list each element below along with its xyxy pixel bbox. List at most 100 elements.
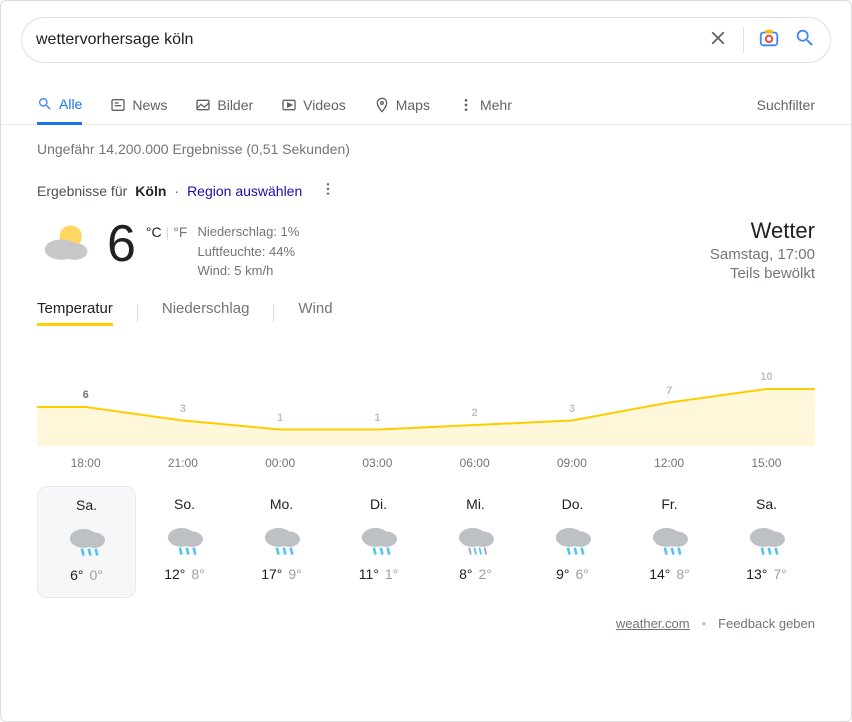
chart-value-label: 2 [472, 407, 478, 419]
divider [743, 27, 744, 53]
day-forecast[interactable]: So. 12° 8° [136, 486, 233, 598]
day-name: Sa. [718, 496, 815, 512]
day-low: 1° [385, 566, 398, 582]
day-name: Do. [524, 496, 621, 512]
day-name: Mi. [427, 496, 524, 512]
tab-videos[interactable]: Videos [281, 85, 346, 124]
day-name: Fr. [621, 496, 718, 512]
rain-icon [136, 520, 233, 560]
search-filter[interactable]: Suchfilter [757, 85, 815, 124]
partly-cloudy-icon [37, 218, 97, 275]
results-count: Ungefähr 14.200.000 Ergebnisse (0,51 Sek… [1, 125, 851, 157]
day-forecast[interactable]: Sa. 6° 0° [37, 486, 136, 598]
tab-images[interactable]: Bilder [195, 85, 253, 124]
current-temperature: 6 [107, 218, 136, 270]
temperature-chart[interactable]: 6 3 1 1 2 3 7 10 [37, 366, 815, 446]
rain-icon [330, 520, 427, 560]
hour-label: 06:00 [426, 456, 523, 470]
day-forecast[interactable]: Fr. 14° 8° [621, 486, 718, 598]
day-low: 8° [676, 566, 689, 582]
feedback-link[interactable]: Feedback geben [718, 616, 815, 631]
day-forecast[interactable]: Mi. 8° 2° [427, 486, 524, 598]
weather-datetime: Samstag, 17:00 [710, 246, 815, 263]
hour-label: 21:00 [134, 456, 231, 470]
results-for-prefix: Ergebnisse für [37, 183, 127, 199]
camera-icon[interactable] [758, 27, 780, 54]
hour-label: 09:00 [523, 456, 620, 470]
tab-more[interactable]: Mehr [458, 85, 512, 124]
day-name: Sa. [38, 497, 135, 513]
chart-value-label: 3 [180, 403, 186, 415]
hour-label: 15:00 [718, 456, 815, 470]
chart-value-label: 7 [666, 385, 672, 397]
weather-tab-wind[interactable]: Wind [298, 300, 332, 326]
tab-all[interactable]: Alle [37, 86, 82, 125]
location-row: Ergebnisse für Köln · Region auswählen [1, 157, 851, 200]
tab-maps-label: Maps [396, 97, 430, 113]
day-low: 0° [90, 567, 103, 583]
more-options-icon[interactable] [320, 181, 336, 200]
hour-label: 12:00 [621, 456, 718, 470]
hour-label: 03:00 [329, 456, 426, 470]
day-forecast[interactable]: Di. 11° 1° [330, 486, 427, 598]
weather-tabs: Temperatur Niederschlag Wind [37, 300, 815, 326]
day-name: Di. [330, 496, 427, 512]
day-low: 6° [576, 566, 589, 582]
day-high: 8° [459, 566, 472, 582]
daily-forecast-row: Sa. 6° 0° So. 12° 8° Mo. 17° 9° Di. 11° 1° Mi. 8° 2° Do… [37, 486, 815, 598]
unit-fahrenheit[interactable]: °F [173, 224, 187, 240]
day-high: 6° [70, 567, 83, 583]
region-select-link[interactable]: Region auswählen [187, 183, 302, 199]
weather-title: Wetter [710, 218, 815, 244]
search-tabs: Alle News Bilder Videos Maps Mehr Suchfi… [1, 85, 851, 125]
day-low: 2° [479, 566, 492, 582]
day-name: Mo. [233, 496, 330, 512]
chart-value-label: 6 [83, 389, 89, 401]
day-high: 17° [261, 566, 282, 582]
clear-icon[interactable] [707, 27, 729, 54]
hour-label: 18:00 [37, 456, 134, 470]
day-low: 9° [288, 566, 301, 582]
day-low: 8° [191, 566, 204, 582]
source-link[interactable]: weather.com [616, 616, 690, 631]
search-bar [21, 17, 831, 63]
search-filter-label: Suchfilter [757, 97, 815, 113]
day-name: So. [136, 496, 233, 512]
day-high: 12° [164, 566, 185, 582]
chart-value-label: 1 [374, 412, 380, 424]
hour-label: 00:00 [232, 456, 329, 470]
chart-value-label: 1 [277, 412, 283, 424]
unit-celsius[interactable]: °C [146, 224, 162, 240]
tab-news-label: News [132, 97, 167, 113]
hourly-times: 18:0021:0000:0003:0006:0009:0012:0015:00 [37, 456, 815, 470]
search-icon[interactable] [794, 27, 816, 54]
day-forecast[interactable]: Sa. 13° 7° [718, 486, 815, 598]
rain-icon [233, 520, 330, 560]
tab-videos-label: Videos [303, 97, 346, 113]
weather-stats: Niederschlag: 1% Luftfeuchte: 44% Wind: … [197, 218, 299, 281]
day-high: 14° [649, 566, 670, 582]
weather-footer: weather.com • Feedback geben [1, 608, 851, 631]
weather-tab-temperature[interactable]: Temperatur [37, 300, 113, 326]
rain-icon [427, 520, 524, 560]
search-input[interactable] [36, 31, 707, 49]
tab-news[interactable]: News [110, 85, 167, 124]
weather-condition: Teils bewölkt [710, 265, 815, 282]
chart-value-label: 10 [760, 371, 772, 383]
day-high: 9° [556, 566, 569, 582]
tab-more-label: Mehr [480, 97, 512, 113]
day-forecast[interactable]: Do. 9° 6° [524, 486, 621, 598]
weather-tab-precipitation[interactable]: Niederschlag [162, 300, 250, 326]
tab-images-label: Bilder [217, 97, 253, 113]
location-name: Köln [135, 183, 166, 199]
rain-icon [621, 520, 718, 560]
tab-all-label: Alle [59, 96, 82, 112]
day-high: 11° [359, 566, 379, 582]
chart-value-label: 3 [569, 403, 575, 415]
rain-icon [524, 520, 621, 560]
rain-icon [718, 520, 815, 560]
day-high: 13° [746, 566, 767, 582]
tab-maps[interactable]: Maps [374, 85, 430, 124]
day-forecast[interactable]: Mo. 17° 9° [233, 486, 330, 598]
day-low: 7° [773, 566, 786, 582]
